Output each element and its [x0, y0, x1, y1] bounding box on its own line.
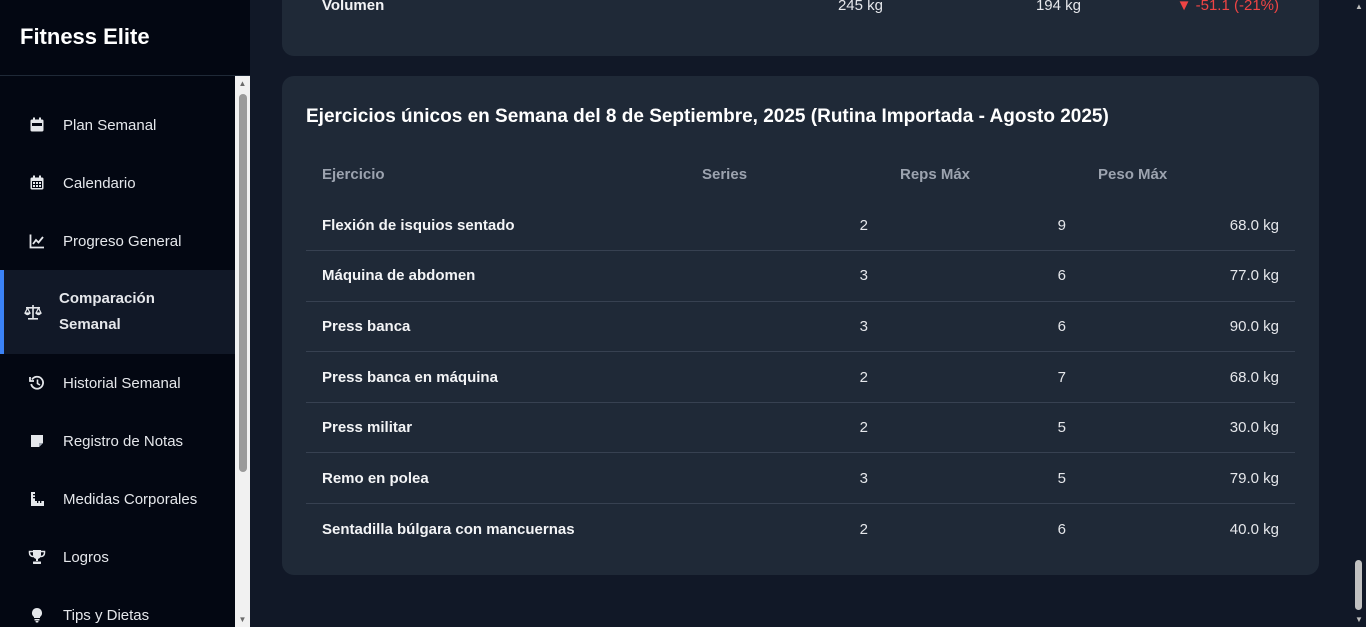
- calendar-icon: [28, 174, 46, 192]
- sidebar-item-label: Logros: [63, 548, 109, 566]
- page-scrollbar[interactable]: [1351, 0, 1366, 627]
- trophy-icon: [28, 548, 46, 566]
- lightbulb-icon: [28, 606, 46, 624]
- sidebar-item-tips-y-dietas[interactable]: Tips y Dietas: [0, 586, 235, 627]
- exercise-reps: 6: [884, 300, 1082, 352]
- exercise-name: Flexión de isquios sentado: [322, 216, 515, 234]
- exercise-name: Remo en polea: [306, 452, 686, 504]
- sidebar-item-label: Plan Semanal: [63, 116, 157, 134]
- volume-label: Volumen: [322, 0, 385, 14]
- sidebar-item-registro-de-notas[interactable]: Registro de Notas: [0, 412, 235, 470]
- history-icon: [28, 374, 46, 392]
- balance-scale-icon: [24, 303, 42, 321]
- sidebar-item-label: Registro de Notas: [63, 432, 184, 450]
- table-row: Press banca 3 6 90.0 kg: [306, 300, 1295, 352]
- column-header-ejercicio: Ejercicio: [322, 165, 385, 183]
- exercise-weight: 90.0 kg: [1082, 300, 1295, 352]
- sidebar-scrollbar-thumb[interactable]: [239, 94, 247, 472]
- exercise-weight: 30.0 kg: [1082, 401, 1295, 453]
- sidebar: Fitness Elite Plan Semanal Calendario Pr…: [0, 0, 250, 627]
- table-row: Press militar 2 5 30.0 kg: [306, 401, 1295, 453]
- calendar-week-icon: [28, 116, 46, 134]
- exercise-name: Press militar: [306, 401, 686, 453]
- table-row: Sentadilla búlgara con mancuernas 2 6 40…: [306, 503, 1295, 555]
- sidebar-item-comparacion-semanal[interactable]: Comparación Semanal: [0, 270, 235, 354]
- unique-exercises-table: Ejercicio Series Reps Máx Peso Máx Flexi…: [306, 148, 1295, 555]
- sidebar-item-medidas-corporales[interactable]: Medidas Corporales: [0, 470, 235, 528]
- exercise-series: 2: [686, 351, 884, 403]
- scroll-down-arrow-icon[interactable]: ▼: [238, 615, 247, 624]
- exercise-series: 3: [686, 250, 884, 302]
- exercise-reps: 7: [884, 351, 1082, 403]
- exercise-weight: 79.0 kg: [1082, 452, 1295, 504]
- table-header-row: Ejercicio Series Reps Máx Peso Máx: [306, 148, 1295, 200]
- exercise-name: Sentadilla búlgara con mancuernas: [306, 503, 686, 555]
- table-row: Máquina de abdomen 3 6 77.0 kg: [306, 250, 1295, 302]
- sidebar-item-label: Comparación Semanal: [59, 290, 155, 333]
- sidebar-item-historial-semanal[interactable]: Historial Semanal: [0, 354, 235, 412]
- sidebar-item-label: Tips y Dietas: [63, 606, 150, 624]
- page-scrollbar-thumb[interactable]: [1355, 560, 1362, 610]
- exercise-reps: 9: [1057, 216, 1066, 234]
- exercise-weight: 40.0 kg: [1082, 503, 1295, 555]
- exercise-series: 3: [686, 300, 884, 352]
- page-scroll-down-arrow-icon[interactable]: ▼: [1354, 615, 1364, 624]
- exercise-reps: 5: [884, 401, 1082, 453]
- table-row: Press banca en máquina 2 7 68.0 kg: [306, 351, 1295, 403]
- unique-exercises-card: Ejercicios únicos en Semana del 8 de Sep…: [282, 76, 1319, 575]
- volume-diff: ▼ -51.1 (-21%): [1176, 0, 1279, 14]
- exercise-reps: 5: [884, 452, 1082, 504]
- scroll-up-arrow-icon[interactable]: ▲: [238, 79, 247, 88]
- sidebar-item-label: Medidas Corporales: [63, 490, 198, 508]
- volume-value-b: 194 kg: [1035, 0, 1081, 14]
- comparison-summary-card: Volumen 245 kg 194 kg ▼ -51.1 (-21%): [282, 0, 1319, 56]
- card-title: Ejercicios únicos en Semana del 8 de Sep…: [306, 106, 1109, 127]
- exercise-reps: 6: [884, 503, 1082, 555]
- exercise-series: 3: [686, 452, 884, 504]
- volume-value-a: 245 kg: [837, 0, 883, 14]
- exercise-reps: 6: [884, 250, 1082, 302]
- chart-line-icon: [28, 232, 46, 250]
- exercise-name: Máquina de abdomen: [306, 250, 686, 302]
- sidebar-item-label: Historial Semanal: [63, 374, 181, 392]
- exercise-name: Press banca en máquina: [306, 351, 686, 403]
- sidebar-item-plan-semanal[interactable]: Plan Semanal: [0, 96, 235, 154]
- sidebar-item-calendario[interactable]: Calendario: [0, 154, 235, 212]
- sidebar-item-label: Calendario: [63, 174, 136, 192]
- exercise-weight: 77.0 kg: [1082, 250, 1295, 302]
- page-scroll-up-arrow-icon[interactable]: ▲: [1354, 2, 1364, 11]
- app-title: Fitness Elite: [0, 0, 250, 76]
- exercise-weight: 68.0 kg: [1229, 216, 1279, 234]
- sidebar-item-logros[interactable]: Logros: [0, 528, 235, 586]
- sticky-note-icon: [28, 432, 46, 450]
- table-row: Remo en polea 3 5 79.0 kg: [306, 452, 1295, 504]
- sidebar-item-progreso-general[interactable]: Progreso General: [0, 212, 235, 270]
- exercise-name: Press banca: [306, 300, 686, 352]
- column-header-peso-max: Peso Máx: [1098, 165, 1168, 183]
- sidebar-item-label: Progreso General: [63, 232, 182, 250]
- exercise-series: 2: [686, 503, 884, 555]
- ruler-icon: [28, 490, 46, 508]
- exercise-weight: 68.0 kg: [1082, 351, 1295, 403]
- exercise-series: 2: [859, 216, 868, 234]
- column-header-reps-max: Reps Máx: [900, 165, 971, 183]
- volume-row: Volumen 245 kg 194 kg ▼ -51.1 (-21%): [282, 0, 1319, 18]
- column-header-series: Series: [702, 165, 748, 183]
- sidebar-nav: Plan Semanal Calendario Progreso General…: [0, 76, 235, 627]
- table-row: Flexión de isquios sentado 2 9 68.0 kg: [306, 200, 1295, 251]
- exercise-series: 2: [686, 401, 884, 453]
